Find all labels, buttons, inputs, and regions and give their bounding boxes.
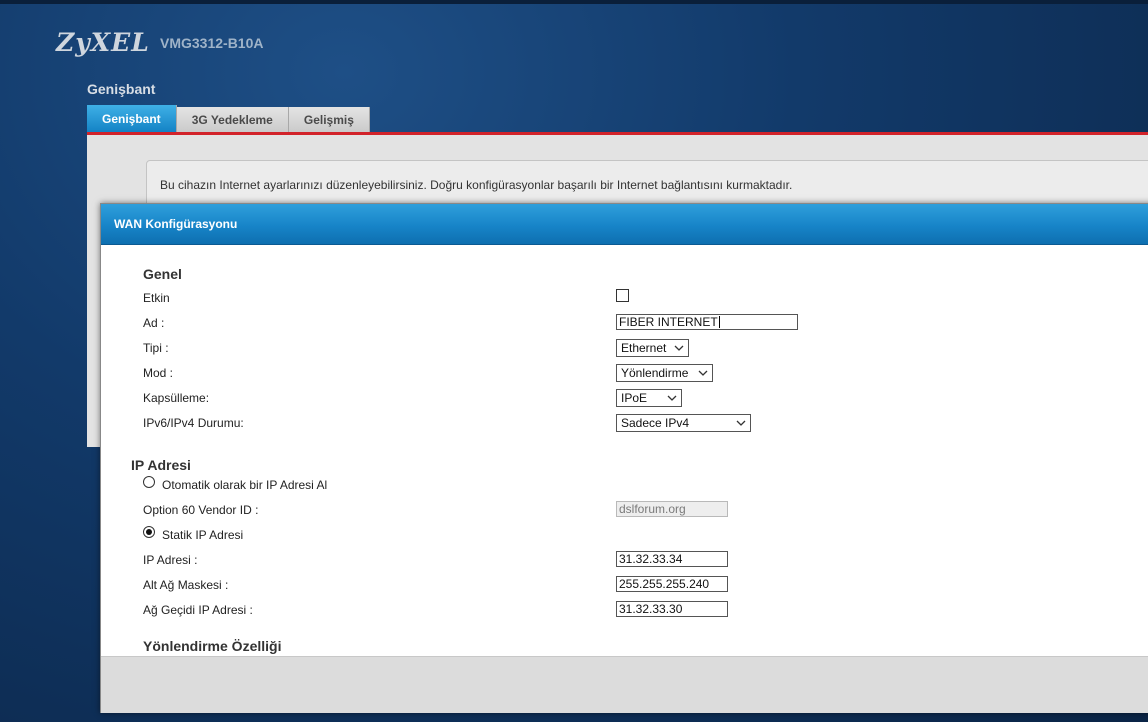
option60-label: Option 60 Vendor ID : bbox=[143, 503, 259, 517]
encapsulation-value: IPoE bbox=[621, 391, 648, 405]
page-title: Genişbant bbox=[87, 81, 156, 97]
type-value: Ethernet bbox=[621, 341, 667, 355]
subnet-mask-input[interactable]: 255.255.255.240 bbox=[616, 576, 728, 592]
auto-ip-radio[interactable] bbox=[143, 476, 155, 488]
ipv-status-label: IPv6/IPv4 Durumu: bbox=[143, 416, 244, 430]
notice-text: Bu cihazın Internet ayarlarınızı düzenle… bbox=[160, 178, 793, 192]
ip-address-input[interactable]: 31.32.33.34 bbox=[616, 551, 728, 567]
mode-value: Yönlendirme bbox=[621, 366, 689, 380]
name-value: FIBER INTERNET bbox=[619, 315, 718, 329]
chevron-down-icon bbox=[698, 370, 708, 376]
tab-genisbant[interactable]: Genişbant bbox=[87, 105, 177, 133]
tab-3g-yedekleme[interactable]: 3G Yedekleme bbox=[176, 107, 289, 133]
section-routing-title: Yönlendirme Özelliği bbox=[143, 638, 282, 654]
ipv-status-value: Sadece IPv4 bbox=[621, 416, 690, 430]
mode-select[interactable]: Yönlendirme bbox=[616, 364, 713, 382]
tab-bar: Genişbant 3G Yedekleme Gelişmiş bbox=[87, 105, 370, 133]
option60-value: dslforum.org bbox=[619, 502, 686, 516]
gateway-input[interactable]: 31.32.33.30 bbox=[616, 601, 728, 617]
subnet-mask-label: Alt Ağ Maskesi : bbox=[143, 578, 229, 592]
chevron-down-icon bbox=[736, 420, 746, 426]
mode-label: Mod : bbox=[143, 366, 174, 380]
static-ip-radio[interactable] bbox=[143, 526, 155, 538]
option60-input: dslforum.org bbox=[616, 501, 728, 517]
model-name: VMG3312-B10A bbox=[160, 35, 264, 51]
ip-address-value: 31.32.33.34 bbox=[619, 552, 683, 566]
dialog-title: WAN Konfigürasyonu bbox=[114, 217, 238, 231]
top-border bbox=[0, 0, 1148, 4]
auto-ip-label: Otomatik olarak bir IP Adresi Al bbox=[162, 478, 328, 492]
chevron-down-icon bbox=[667, 395, 677, 401]
gateway-value: 31.32.33.30 bbox=[619, 602, 683, 616]
section-genel-title: Genel bbox=[143, 266, 182, 282]
dialog-footer bbox=[101, 656, 1148, 713]
static-ip-label: Statik IP Adresi bbox=[162, 528, 244, 542]
ip-address-label: IP Adresi : bbox=[143, 553, 198, 567]
text-cursor bbox=[718, 316, 720, 328]
encapsulation-select[interactable]: IPoE bbox=[616, 389, 682, 407]
section-ip-title: IP Adresi bbox=[131, 457, 191, 473]
name-input[interactable]: FIBER INTERNET bbox=[616, 314, 798, 330]
enabled-label: Etkin bbox=[143, 291, 170, 305]
type-label: Tipi : bbox=[143, 341, 169, 355]
gateway-label: Ağ Geçidi IP Adresi : bbox=[143, 603, 253, 617]
wan-config-dialog: WAN Konfigürasyonu Genel Etkin Ad : FIBE… bbox=[100, 203, 1148, 713]
subnet-mask-value: 255.255.255.240 bbox=[619, 577, 710, 591]
zyxel-logo: ZyXEL bbox=[56, 28, 150, 57]
type-select[interactable]: Ethernet bbox=[616, 339, 689, 357]
ipv-status-select[interactable]: Sadece IPv4 bbox=[616, 414, 751, 432]
enabled-checkbox[interactable] bbox=[616, 289, 629, 302]
name-label: Ad : bbox=[143, 316, 165, 330]
encapsulation-label: Kapsülleme: bbox=[143, 391, 210, 405]
chevron-down-icon bbox=[674, 345, 684, 351]
dialog-header: WAN Konfigürasyonu bbox=[101, 204, 1148, 245]
tab-gelismis[interactable]: Gelişmiş bbox=[288, 107, 370, 133]
